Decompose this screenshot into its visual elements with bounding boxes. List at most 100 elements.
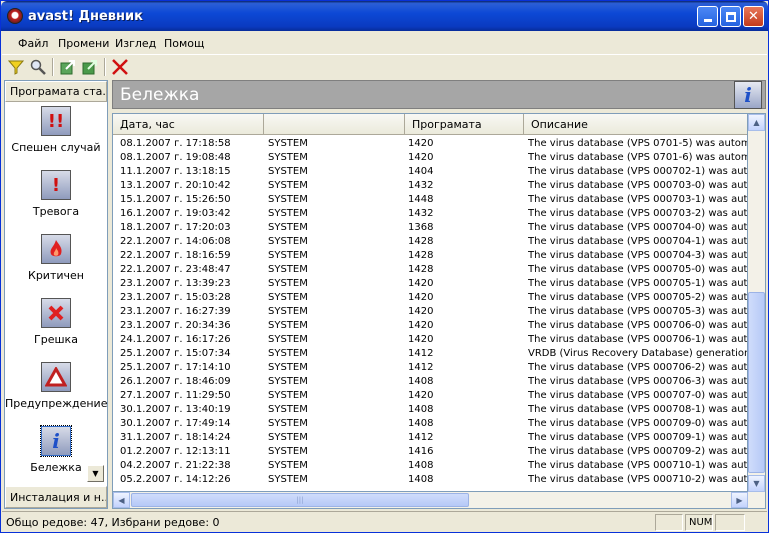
log-window: avast! Дневник ✕ Файл Промени Изглед Пом… xyxy=(0,0,769,533)
table-row[interactable]: 16.1.2007 г. 19:03:42 SYSTEM 1432 The virus… xyxy=(113,207,747,221)
close-button[interactable]: ✕ xyxy=(743,6,764,27)
table-row[interactable]: 22.1.2007 г. 14:06:08 SYSTEM 1428 The virus… xyxy=(113,235,747,249)
filter-button[interactable] xyxy=(6,57,26,77)
status-cell-empty xyxy=(655,514,683,531)
column-header-description[interactable]: Описание xyxy=(524,114,747,135)
cell-program: 1368 xyxy=(408,222,434,233)
table-row[interactable]: 04.2.2007 г. 21:22:38 SYSTEM 1408 The virus… xyxy=(113,459,747,473)
cell-user: SYSTEM xyxy=(268,460,308,471)
cell-date: 22.1.2007 г. 14:06:08 xyxy=(120,236,231,247)
table-row[interactable]: 24.1.2007 г. 16:17:26 SYSTEM 1420 The virus… xyxy=(113,333,747,347)
cell-user: SYSTEM xyxy=(268,222,308,233)
horizontal-scroll-thumb[interactable]: ||| xyxy=(131,493,469,507)
table-row[interactable]: 25.1.2007 г. 17:14:10 SYSTEM 1412 The virus… xyxy=(113,361,747,375)
category-label: Тревога xyxy=(32,205,80,218)
table-row[interactable]: 23.1.2007 г. 20:34:36 SYSTEM 1420 The virus… xyxy=(113,319,748,333)
table-row[interactable]: 08.1.2007 г. 17:18:58 SYSTEM 1420 The virus… xyxy=(113,137,747,151)
cell-date: 13.1.2007 г. 20:10:42 xyxy=(120,180,231,191)
cell-date: 23.1.2007 г. 13:39:23 xyxy=(120,278,231,289)
cell-program: 1420 xyxy=(408,138,434,149)
table-row[interactable]: 25.1.2007 г. 15:07:34 SYSTEM 1412 VRDB (Vir… xyxy=(113,347,747,361)
category-error[interactable]: Грешка xyxy=(5,298,107,346)
cell-program: 1420 xyxy=(408,334,434,345)
scroll-right-button[interactable]: ▶ xyxy=(731,492,748,508)
table-row[interactable]: 27.1.2007 г. 11:29:50 SYSTEM 1420 The virus… xyxy=(113,389,747,403)
row-count-status: Общо редове: 47, Избрани редове: 0 xyxy=(6,516,220,529)
menu-file[interactable]: Файл xyxy=(18,37,48,50)
category-group-program-start[interactable]: Програмата ста... xyxy=(5,81,107,102)
cell-program: 1408 xyxy=(408,404,434,415)
magnifier-icon xyxy=(30,59,46,75)
horizontal-scrollbar[interactable]: ◀ ||| ▶ xyxy=(112,492,766,509)
table-row[interactable]: 18.1.2007 г. 17:20:03 SYSTEM 1368 The virus… xyxy=(113,221,747,235)
vertical-scrollbar[interactable]: ▲ ▼ xyxy=(748,113,766,492)
table-row[interactable]: 11.1.2007 г. 13:18:15 SYSTEM 1404 The virus… xyxy=(113,165,747,179)
menu-view[interactable]: Изглед xyxy=(115,37,156,50)
avast-app-icon[interactable] xyxy=(7,8,23,24)
table-row[interactable]: 23.1.2007 г. 16:27:39 SYSTEM 1420 The virus… xyxy=(113,305,747,319)
export-button[interactable] xyxy=(58,57,78,77)
minimize-button[interactable] xyxy=(697,6,718,27)
column-header-date[interactable]: Дата, час xyxy=(113,114,264,135)
section-title: Бележка xyxy=(120,85,200,105)
cell-date: 08.1.2007 г. 19:08:48 xyxy=(120,152,231,163)
category-scroll-down-button[interactable]: ▼ xyxy=(87,465,104,482)
maximize-button[interactable] xyxy=(720,6,741,27)
category-label: Грешка xyxy=(34,333,78,346)
cell-user: SYSTEM xyxy=(268,446,308,457)
cell-date: 24.1.2007 г. 16:17:26 xyxy=(120,334,231,345)
category-critical[interactable]: Критичен xyxy=(5,234,107,282)
scroll-left-button[interactable]: ◀ xyxy=(113,492,130,508)
cell-program: 1420 xyxy=(408,306,434,317)
cell-date: 08.1.2007 г. 17:18:58 xyxy=(120,138,231,149)
cell-program: 1408 xyxy=(408,376,434,387)
cell-description: The virus database (VPS 000706-0) was au… xyxy=(528,320,748,331)
table-row[interactable]: 22.1.2007 г. 18:16:59 SYSTEM 1428 The virus… xyxy=(113,249,748,263)
status-bar: Общо редове: 47, Избрани редове: 0 NUM xyxy=(2,511,767,532)
column-header-program[interactable]: Програмата xyxy=(405,114,524,135)
red-x-icon xyxy=(41,298,71,328)
grip-icon: ||| xyxy=(296,496,304,504)
category-label: Предупреждение xyxy=(5,397,108,410)
table-row[interactable]: 23.1.2007 г. 13:39:23 SYSTEM 1420 The virus… xyxy=(113,277,748,291)
table-row[interactable]: 13.1.2007 г. 20:10:42 SYSTEM 1432 The virus… xyxy=(113,179,747,193)
cell-description: The virus database (VPS 000709-1) was au… xyxy=(528,432,748,443)
cell-description: The virus database (VPS 000704-3) was au… xyxy=(528,250,748,261)
warning-triangle-icon xyxy=(41,362,71,392)
menu-help[interactable]: Помощ xyxy=(164,37,204,50)
menu-edit[interactable]: Промени xyxy=(58,37,109,50)
cell-program: 1448 xyxy=(408,194,434,205)
category-group-installation[interactable]: Инсталация и н... xyxy=(5,486,107,508)
title-bar[interactable]: avast! Дневник ✕ xyxy=(1,1,768,31)
table-row[interactable]: 26.1.2007 г. 18:46:09 SYSTEM 1408 The virus… xyxy=(113,375,747,389)
cell-date: 25.1.2007 г. 15:07:34 xyxy=(120,348,231,359)
table-row[interactable]: 30.1.2007 г. 13:40:19 SYSTEM 1408 The virus… xyxy=(113,403,747,417)
export-all-button[interactable] xyxy=(80,57,100,77)
cell-user: SYSTEM xyxy=(268,208,308,219)
table-row[interactable]: 05.2.2007 г. 14:12:26 SYSTEM 1408 The virus… xyxy=(113,473,747,487)
cell-description: The virus database (VPS 000705-1) was au… xyxy=(528,278,748,289)
delete-button[interactable] xyxy=(110,57,130,77)
scroll-up-button[interactable]: ▲ xyxy=(748,114,765,131)
table-row[interactable]: 08.1.2007 г. 19:08:48 SYSTEM 1420 The virus… xyxy=(113,151,747,165)
category-alert[interactable]: ! Тревога xyxy=(5,170,107,218)
find-button[interactable] xyxy=(28,57,48,77)
menu-bar: Файл Промени Изглед Помощ xyxy=(2,32,767,54)
scroll-down-button[interactable]: ▼ xyxy=(748,475,765,492)
vertical-scroll-thumb[interactable] xyxy=(748,292,765,473)
category-emergency[interactable]: !! Спешен случай xyxy=(5,106,107,154)
table-row[interactable]: 15.1.2007 г. 15:26:50 SYSTEM 1448 The virus… xyxy=(113,193,747,207)
cell-date: 23.1.2007 г. 15:03:28 xyxy=(120,292,231,303)
table-row[interactable]: 22.1.2007 г. 23:48:47 SYSTEM 1428 The virus… xyxy=(113,263,748,277)
cell-description: The virus database (VPS 000705-0) was au… xyxy=(528,264,748,275)
category-label: Спешен случай xyxy=(11,141,101,154)
table-row[interactable]: 23.1.2007 г. 15:03:28 SYSTEM 1420 The virus… xyxy=(113,291,747,305)
table-header: Дата, час Програмата Описание xyxy=(113,114,747,135)
table-row[interactable]: 30.1.2007 г. 17:49:14 SYSTEM 1408 The virus… xyxy=(113,417,747,431)
category-warning[interactable]: Предупреждение xyxy=(5,362,107,410)
arrow-down-icon: ▼ xyxy=(92,469,99,478)
column-header-user[interactable] xyxy=(264,114,405,135)
cell-program: 1420 xyxy=(408,152,434,163)
table-row[interactable]: 31.1.2007 г. 18:14:24 SYSTEM 1412 The virus… xyxy=(113,431,748,445)
table-row[interactable]: 01.2.2007 г. 12:13:11 SYSTEM 1416 The virus… xyxy=(113,445,747,459)
